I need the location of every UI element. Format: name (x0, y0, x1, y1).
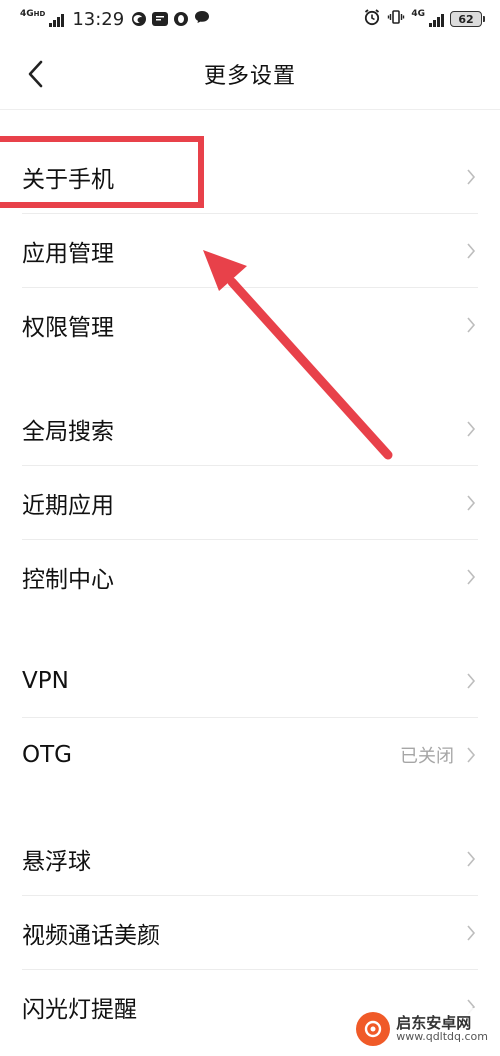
settings-list: 关于手机 应用管理 权限管理 全局搜索 近期应用 控制中心 VPN OTG 已关… (0, 110, 500, 1044)
settings-item-value: 已关闭 (400, 746, 454, 767)
settings-item-label: 应用管理 (22, 241, 114, 267)
settings-group: VPN OTG 已关闭 (0, 614, 500, 792)
watermark: 启东安卓网 www.qdltdq.com (350, 1008, 494, 1050)
battery-indicator: 62 (450, 11, 485, 27)
settings-item-about-phone[interactable]: 关于手机 (0, 140, 500, 214)
signal-icon (49, 11, 65, 27)
chevron-right-icon (464, 923, 478, 943)
chevron-left-icon (28, 60, 43, 88)
status-time: 13:29 (72, 8, 125, 30)
chevron-right-icon (464, 315, 478, 335)
back-button[interactable] (18, 56, 54, 92)
signal-icon-right (429, 11, 444, 27)
chevron-right-icon (464, 567, 478, 587)
status-left: 4GHD 13:29 (20, 9, 210, 30)
network-type-right: 4G (411, 9, 425, 19)
network-type-label: 4GHD (20, 9, 46, 19)
settings-group: 全局搜索 近期应用 控制中心 (0, 362, 500, 614)
settings-item-label: 控制中心 (22, 567, 114, 593)
settings-item-control-center[interactable]: 控制中心 (0, 540, 500, 614)
settings-group: 悬浮球 视频通话美颜 闪光灯提醒 (0, 792, 500, 1044)
chevron-right-icon (464, 745, 478, 765)
settings-item-label: 关于手机 (22, 167, 114, 193)
page-title: 更多设置 (203, 63, 296, 89)
qq-icon (174, 12, 189, 26)
chevron-right-icon (464, 671, 478, 691)
status-right: 4G 62 (363, 8, 485, 31)
settings-item-label: 悬浮球 (22, 849, 91, 875)
chevron-right-icon (464, 241, 478, 261)
alarm-icon (363, 8, 381, 31)
settings-item-label: 全局搜索 (22, 419, 114, 445)
settings-item-recent-apps[interactable]: 近期应用 (0, 466, 500, 540)
chevron-right-icon (464, 849, 478, 869)
chevron-right-icon (464, 167, 478, 187)
news-app-icon (152, 12, 169, 26)
settings-item-video-call-beauty[interactable]: 视频通话美颜 (0, 896, 500, 970)
nav-header: 更多设置 (0, 38, 500, 110)
chevron-right-icon (464, 493, 478, 513)
settings-item-label: 近期应用 (22, 493, 114, 519)
settings-item-vpn[interactable]: VPN (0, 644, 500, 718)
settings-item-label: 视频通话美颜 (22, 923, 160, 949)
settings-item-label: VPN (22, 668, 69, 694)
watermark-url: www.qdltdq.com (396, 1030, 488, 1044)
settings-item-otg[interactable]: OTG 已关闭 (0, 718, 500, 792)
settings-item-permission-management[interactable]: 权限管理 (0, 288, 500, 362)
screen: 4GHD 13:29 4G 62 更多设置 关于手机 应用管理 权限管理 全局搜… (0, 0, 500, 1056)
settings-item-global-search[interactable]: 全局搜索 (0, 392, 500, 466)
settings-item-floating-ball[interactable]: 悬浮球 (0, 822, 500, 896)
settings-group: 关于手机 应用管理 权限管理 (0, 110, 500, 362)
watermark-logo-icon (356, 1012, 391, 1046)
wechat-icon (132, 12, 147, 26)
vibrate-icon (387, 8, 405, 31)
settings-item-app-management[interactable]: 应用管理 (0, 214, 500, 288)
chevron-right-icon (464, 419, 478, 439)
settings-item-label: 权限管理 (22, 315, 114, 341)
status-bar: 4GHD 13:29 4G 62 (0, 0, 500, 38)
chat-bubble-icon (194, 9, 210, 30)
watermark-name: 启东安卓网 (396, 1013, 472, 1032)
settings-item-label: OTG (22, 742, 72, 768)
